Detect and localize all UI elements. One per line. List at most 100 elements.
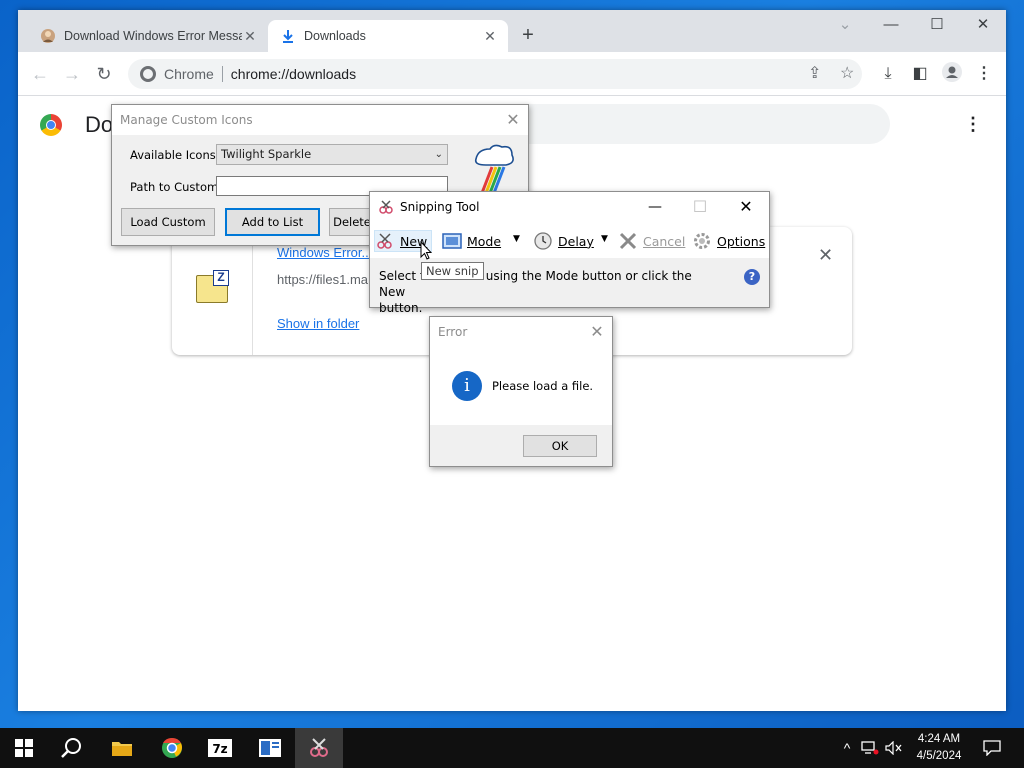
download-url: https://files1.ma — [277, 272, 369, 287]
cancel-button: Cancel — [618, 230, 685, 252]
address-bar[interactable]: Chrome chrome://downloads ⇪ ☆ — [128, 59, 862, 89]
close-icon[interactable]: ✕ — [734, 195, 758, 219]
minimize-icon[interactable]: — — [643, 195, 667, 219]
maximize-button[interactable]: ☐ — [914, 10, 960, 42]
minimize-button[interactable]: — — [868, 10, 914, 42]
mode-rectangle-icon — [442, 231, 462, 251]
close-window-button[interactable]: ✕ — [960, 10, 1006, 42]
dialog-titlebar: Manage Custom Icons ✕ — [112, 105, 528, 135]
error-dialog: Error ✕ i Please load a file. OK — [429, 316, 613, 467]
download-file-name[interactable]: Windows Error... — [277, 245, 372, 260]
snipping-titlebar: Snipping Tool — ☐ ✕ — [370, 192, 769, 222]
close-tab-icon[interactable]: ✕ — [242, 28, 258, 45]
maximize-icon: ☐ — [692, 197, 708, 216]
instructions-part-c: button. — [379, 301, 423, 315]
mode-button[interactable]: Mode — [442, 230, 501, 252]
file-explorer-button[interactable] — [98, 728, 146, 768]
mouse-cursor-icon — [420, 240, 433, 261]
delay-label: Delay — [558, 233, 594, 249]
tab-search-icon[interactable]: ⌄ — [822, 10, 868, 42]
error-message: Please load a file. — [492, 379, 594, 393]
volume-muted-icon[interactable] — [884, 728, 904, 768]
available-icons-value: Twilight Sparkle — [221, 147, 312, 161]
7zip-icon: 7z — [208, 739, 232, 757]
show-hidden-icons-chevron-icon[interactable]: ^ — [838, 728, 856, 768]
chrome-taskbar-button[interactable] — [148, 728, 196, 768]
close-icon[interactable]: ✕ — [501, 108, 525, 132]
tab-title: Downloads — [304, 29, 366, 43]
share-icon[interactable]: ⇪ — [808, 63, 821, 83]
downloads-search-field[interactable] — [478, 104, 890, 144]
error-title: Error — [438, 325, 468, 339]
close-tab-icon[interactable]: ✕ — [482, 28, 498, 45]
help-icon[interactable]: ? — [744, 269, 760, 285]
file-explorer-icon — [112, 742, 132, 756]
add-to-list-button[interactable]: Add to List — [225, 208, 320, 236]
back-button[interactable]: ← — [28, 62, 52, 86]
remove-download-icon[interactable]: ✕ — [818, 245, 833, 266]
search-button[interactable] — [48, 728, 96, 768]
ok-button[interactable]: OK — [523, 435, 597, 457]
app-icon — [259, 739, 281, 757]
snipping-tool-icon — [310, 738, 328, 757]
menu-kebab-icon[interactable]: ⋮ — [972, 62, 996, 86]
svg-text:7z: 7z — [212, 742, 227, 756]
error-body: i Please load a file. — [430, 347, 612, 425]
mode-label: Mode — [467, 233, 502, 249]
info-icon: i — [452, 371, 482, 401]
tab-title: Download Windows Error Messag — [64, 29, 242, 43]
network-icon[interactable] — [860, 728, 880, 768]
7zip-file-icon: Z — [196, 270, 229, 303]
load-custom-button[interactable]: Load Custom — [121, 208, 215, 236]
options-label: Options — [717, 233, 766, 249]
url-text[interactable]: chrome://downloads — [223, 66, 356, 82]
chrome-site-icon — [140, 66, 156, 82]
delay-button[interactable]: Delay — [533, 230, 594, 252]
more-actions-icon[interactable]: ⋮ — [964, 114, 982, 135]
scissors-icon — [375, 231, 395, 251]
forward-button[interactable]: → — [60, 62, 84, 86]
available-icons-label: Available Icons: — [130, 148, 220, 162]
new-snip-tooltip: New snip — [421, 262, 484, 280]
app-taskbar-button[interactable] — [246, 728, 294, 768]
7zip-taskbar-button[interactable]: 7z — [196, 728, 244, 768]
options-button[interactable]: Options — [692, 230, 765, 252]
chrome-logo-icon — [40, 114, 62, 136]
path-to-custom-label: Path to Custom: — [130, 180, 223, 194]
card-divider — [252, 227, 253, 355]
download-icon — [280, 28, 296, 44]
reload-button[interactable]: ↻ — [92, 62, 116, 86]
close-icon[interactable]: ✕ — [585, 320, 609, 344]
start-button[interactable] — [0, 728, 48, 768]
windows-taskbar: 7z ^ 4:24 AM 4/5/2024 — [0, 728, 1024, 768]
side-panel-icon[interactable]: ◧ — [908, 62, 932, 86]
system-clock[interactable]: 4:24 AM 4/5/2024 — [905, 731, 973, 765]
available-icons-select[interactable]: Twilight Sparkle ⌄ — [216, 144, 448, 165]
page-title: Do — [85, 112, 114, 137]
mode-dropdown-arrow-icon[interactable]: ▼ — [513, 234, 520, 244]
cancel-x-icon — [618, 231, 638, 251]
snipping-tool-taskbar-button[interactable] — [295, 728, 343, 768]
browser-toolbar: ← → ↻ Chrome chrome://downloads ⇪ ☆ ⤓ ◧ … — [18, 52, 1006, 96]
tab-download-windows-error[interactable]: Download Windows Error Messag ✕ — [28, 20, 268, 52]
notifications-icon[interactable] — [978, 728, 1006, 768]
bookmark-star-icon[interactable]: ☆ — [840, 63, 854, 83]
dialog-title: Manage Custom Icons — [120, 113, 253, 127]
downloads-icon[interactable]: ⤓ — [876, 62, 900, 86]
show-in-folder-link[interactable]: Show in folder — [277, 316, 359, 331]
new-tab-button[interactable]: + — [516, 24, 540, 48]
tab-downloads[interactable]: Downloads ✕ — [268, 20, 508, 52]
pony-icon-preview — [472, 141, 518, 195]
clock-icon — [533, 231, 553, 251]
profile-avatar-icon[interactable] — [940, 62, 964, 86]
clock-date: 4/5/2024 — [916, 750, 962, 762]
site-chip: Chrome — [164, 66, 223, 82]
error-titlebar: Error ✕ — [430, 317, 612, 347]
delay-dropdown-arrow-icon[interactable]: ▼ — [601, 234, 608, 244]
chrome-icon — [162, 737, 182, 758]
snipping-tool-icon — [378, 199, 394, 215]
snipping-title: Snipping Tool — [400, 200, 480, 214]
chevron-down-icon: ⌄ — [434, 149, 443, 160]
tab-strip: Download Windows Error Messag ✕ Download… — [18, 10, 1006, 52]
clock-time: 4:24 AM — [917, 733, 961, 745]
